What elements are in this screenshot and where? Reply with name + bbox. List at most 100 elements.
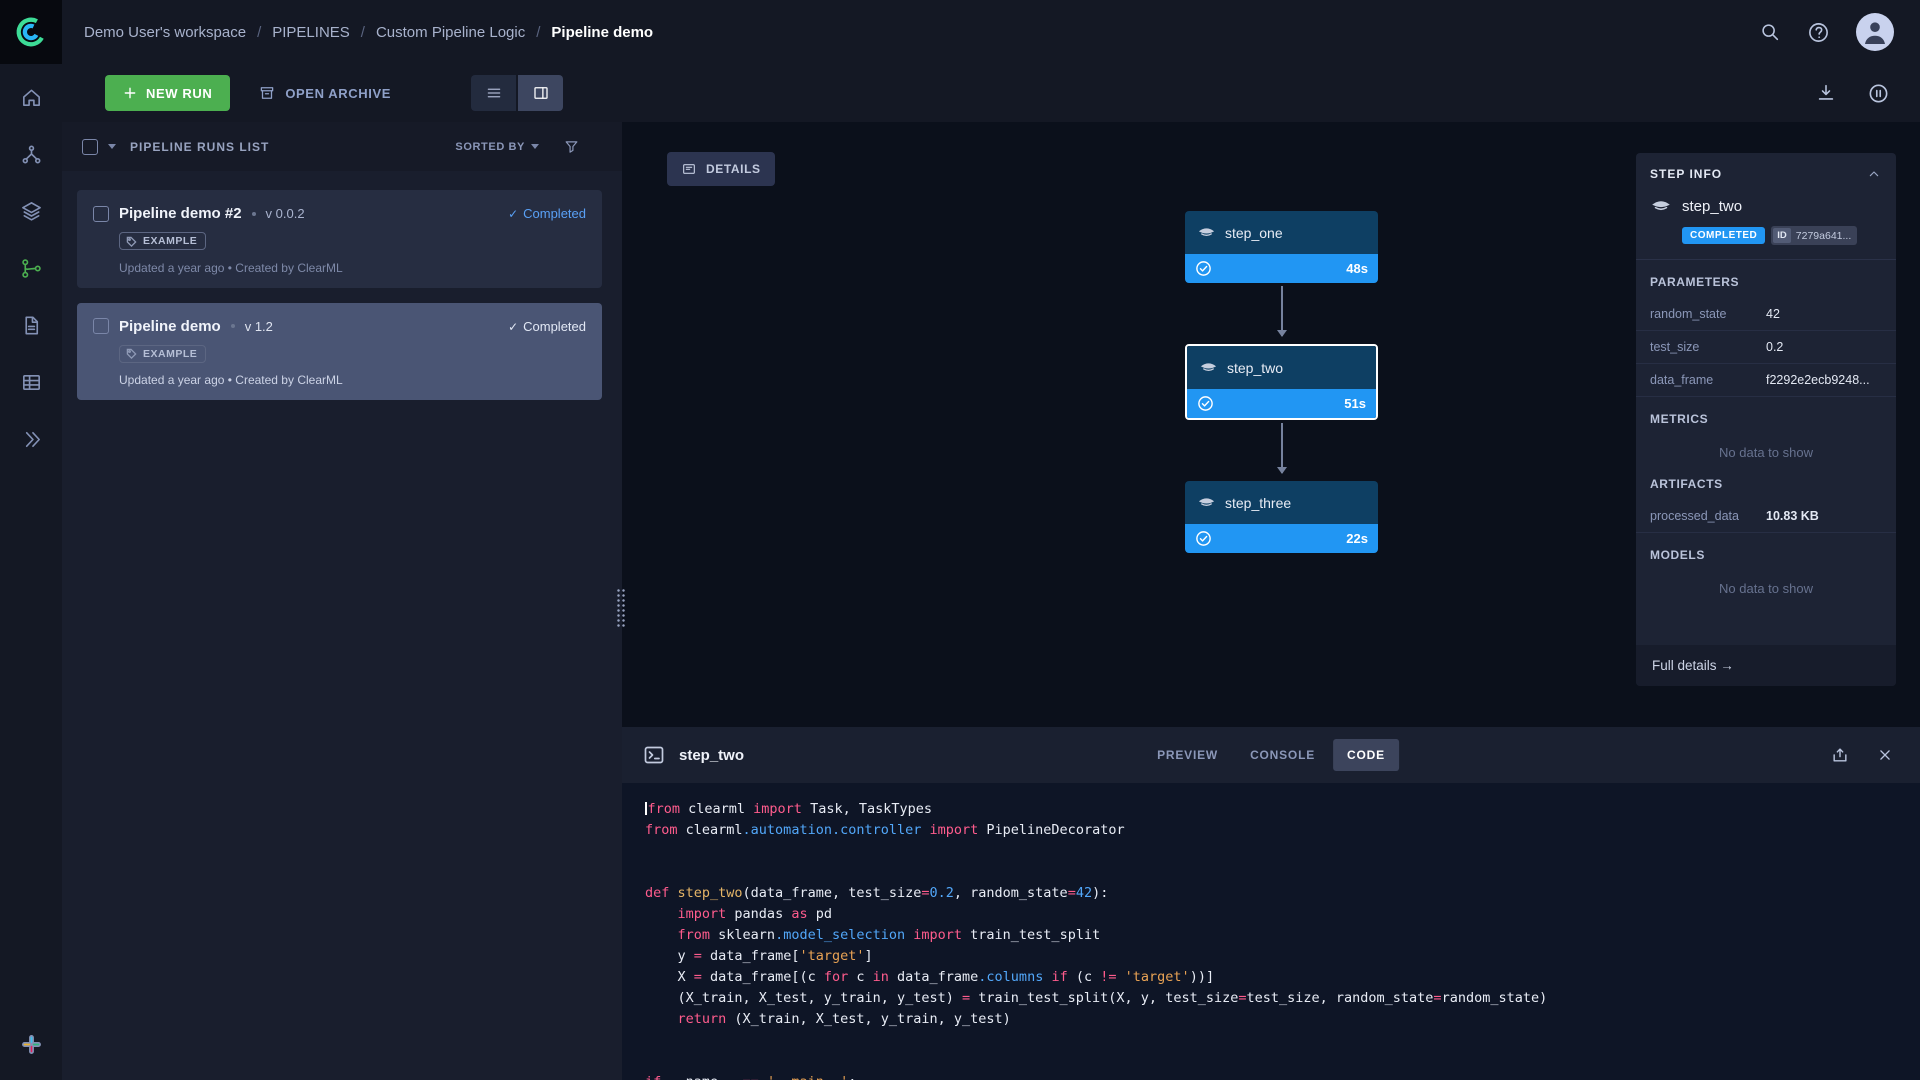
code-line: import pandas as pd bbox=[677, 906, 832, 922]
dot-separator bbox=[230, 324, 235, 328]
tab-console[interactable]: CONSOLE bbox=[1236, 739, 1329, 771]
code-panel-title: step_two bbox=[679, 746, 745, 764]
close-icon[interactable] bbox=[1876, 746, 1894, 764]
step-id-chip[interactable]: ID 7279a641... bbox=[1771, 226, 1858, 245]
code-line: from clearml.automation.controller impor… bbox=[645, 822, 1125, 838]
code-line: from sklearn.model_selection import trai… bbox=[677, 927, 1101, 943]
example-tag[interactable]: EXAMPLE bbox=[119, 232, 207, 250]
parameters-section-label: PARAMETERS bbox=[1650, 275, 1740, 289]
node-step-three[interactable]: step_three 22s bbox=[1185, 481, 1378, 553]
pipelines-icon[interactable] bbox=[20, 257, 43, 280]
run-status-badge: Completed bbox=[508, 319, 586, 334]
parameter-key: test_size bbox=[1650, 340, 1700, 354]
node-step-one[interactable]: step_one 48s bbox=[1185, 211, 1378, 283]
status-check-icon bbox=[1196, 261, 1211, 276]
user-avatar[interactable] bbox=[1856, 13, 1894, 51]
breadcrumb-project[interactable]: Custom Pipeline Logic bbox=[376, 24, 525, 41]
run-title: Pipeline demo #2 bbox=[119, 205, 242, 222]
artifact-row: processed_data 10.83 KB bbox=[1636, 500, 1896, 533]
models-empty-state: No data to show bbox=[1719, 581, 1813, 596]
node-label: step_three bbox=[1225, 494, 1292, 511]
sorted-by-dropdown[interactable]: SORTED BY bbox=[455, 141, 539, 153]
slack-icon[interactable] bbox=[20, 1033, 43, 1056]
pipeline-runs-panel: PIPELINE RUNS LIST SORTED BY Pipeline de… bbox=[62, 122, 622, 1080]
filter-icon[interactable] bbox=[563, 138, 580, 155]
example-tag[interactable]: EXAMPLE bbox=[119, 344, 207, 363]
pipeline-graph: DETAILS step_one 48s step_two 51s step_t… bbox=[622, 122, 1920, 727]
code-line: (X_train, X_test, y_train, y_test) = tra… bbox=[645, 990, 1548, 1006]
tab-preview[interactable]: PREVIEW bbox=[1143, 739, 1232, 771]
runs-list-header: PIPELINE RUNS LIST SORTED BY bbox=[62, 122, 622, 171]
clearml-logo-icon bbox=[16, 17, 46, 47]
home-icon[interactable] bbox=[20, 86, 43, 109]
run-status-label: Completed bbox=[523, 318, 586, 334]
node-label: step_two bbox=[1227, 359, 1284, 376]
pipeline-dag: step_one 48s step_two 51s step_three 22s bbox=[1185, 211, 1378, 553]
chevron-up-icon[interactable] bbox=[1866, 166, 1882, 182]
search-icon[interactable] bbox=[1759, 21, 1781, 43]
workers-icon[interactable] bbox=[20, 371, 43, 394]
autorefresh-icon[interactable] bbox=[1867, 82, 1890, 105]
task-cap-icon bbox=[1652, 201, 1670, 211]
expand-panel-icon[interactable] bbox=[1830, 745, 1850, 765]
open-archive-label: OPEN ARCHIVE bbox=[285, 85, 391, 101]
run-card-pipeline-demo-2[interactable]: Pipeline demo #2 v 0.0.2 Completed bbox=[77, 190, 602, 288]
datasets-icon[interactable] bbox=[20, 200, 43, 223]
tag-icon bbox=[126, 236, 137, 247]
person-icon bbox=[1865, 22, 1885, 44]
panel-resize-handle[interactable] bbox=[616, 588, 626, 628]
parameter-key: random_state bbox=[1650, 307, 1727, 321]
reports-icon[interactable] bbox=[20, 314, 43, 337]
models-section-label: MODELS bbox=[1650, 548, 1705, 562]
breadcrumb-pipelines[interactable]: PIPELINES bbox=[272, 24, 350, 41]
node-duration: 22s bbox=[1346, 531, 1368, 546]
download-icon[interactable] bbox=[1815, 82, 1837, 104]
new-run-button[interactable]: NEW RUN bbox=[105, 75, 231, 111]
breadcrumb-workspace[interactable]: Demo User's workspace bbox=[84, 24, 246, 41]
tag-label: EXAMPLE bbox=[143, 235, 198, 247]
actions-toolbar: NEW RUN OPEN ARCHIVE bbox=[62, 64, 1920, 122]
parameter-value: f2292e2ecb9248... bbox=[1766, 373, 1870, 387]
details-icon bbox=[683, 164, 695, 174]
side-nav bbox=[0, 64, 62, 1080]
toolbar-right-actions bbox=[1815, 82, 1920, 105]
tab-code[interactable]: CODE bbox=[1333, 739, 1399, 771]
run-card-pipeline-demo[interactable]: Pipeline demo v 1.2 Completed EXAM bbox=[77, 302, 602, 400]
help-icon[interactable] bbox=[1807, 21, 1830, 44]
plus-icon bbox=[124, 87, 136, 99]
code-line: return (X_train, X_test, y_train, y_test… bbox=[677, 1011, 1011, 1027]
status-badge: COMPLETED bbox=[1682, 227, 1766, 244]
full-details-link[interactable]: Full details → bbox=[1636, 645, 1896, 686]
runs-list-title: PIPELINE RUNS LIST bbox=[130, 139, 270, 154]
code-line: y = data_frame['target'] bbox=[645, 948, 873, 964]
parameter-value: 0.2 bbox=[1766, 340, 1784, 354]
select-dropdown-icon[interactable] bbox=[108, 144, 116, 149]
artifact-value: 10.83 KB bbox=[1766, 509, 1819, 523]
table-view-icon[interactable] bbox=[471, 75, 516, 111]
split-view-icon[interactable] bbox=[518, 75, 563, 111]
select-all-checkbox[interactable] bbox=[82, 138, 98, 155]
metrics-empty-state: No data to show bbox=[1719, 445, 1813, 460]
run-title: Pipeline demo bbox=[119, 317, 221, 335]
artifact-key: processed_data bbox=[1650, 509, 1739, 523]
node-step-two[interactable]: step_two 51s bbox=[1185, 344, 1378, 420]
code-line: def step_two(data_frame, test_size=0.2, … bbox=[645, 885, 1109, 901]
parameter-row: test_size 0.2 bbox=[1636, 331, 1896, 364]
breadcrumb-separator: / bbox=[536, 23, 541, 41]
view-toggle-group bbox=[471, 75, 563, 111]
step-code-panel: step_two PREVIEW CONSOLE CODE from clear… bbox=[622, 727, 1920, 1080]
node-duration: 51s bbox=[1344, 396, 1366, 411]
applications-icon[interactable] bbox=[20, 428, 43, 451]
projects-icon[interactable] bbox=[20, 143, 43, 166]
terminal-icon bbox=[644, 746, 664, 764]
open-archive-button[interactable]: OPEN ARCHIVE bbox=[258, 84, 391, 102]
run-checkbox[interactable] bbox=[93, 205, 109, 222]
run-checkbox[interactable] bbox=[93, 318, 109, 334]
details-button[interactable]: DETAILS bbox=[667, 152, 775, 186]
step-info-title: STEP INFO bbox=[1650, 167, 1723, 181]
dag-edge-arrow bbox=[1276, 423, 1287, 474]
clearml-logo[interactable] bbox=[0, 0, 62, 64]
sorted-by-label: SORTED BY bbox=[455, 140, 525, 153]
